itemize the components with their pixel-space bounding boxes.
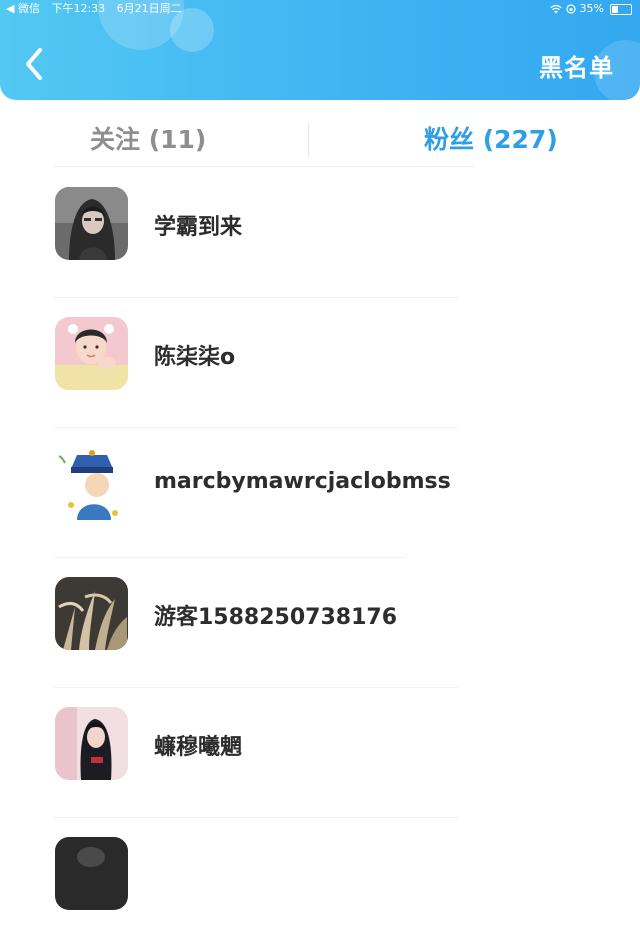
user-row[interactable]: 陈柒柒o — [0, 298, 640, 428]
user-row[interactable]: marcbymawrcjaclobmss — [0, 428, 640, 558]
user-row[interactable]: 蠊穆曦魍 — [0, 688, 640, 818]
avatar[interactable] — [55, 317, 128, 390]
user-row[interactable]: 游客1588250738176 — [0, 558, 640, 688]
avatar[interactable] — [55, 187, 128, 260]
avatar[interactable] — [55, 577, 128, 650]
tab-fans[interactable]: 粉丝 (227) — [424, 120, 558, 156]
battery-percent: 35% — [579, 2, 604, 15]
back-button[interactable] — [18, 44, 54, 84]
tab-bar: 关注 (11) 粉丝 (227) — [0, 110, 640, 168]
user-name: 陈柒柒o — [154, 345, 236, 370]
blacklist-button[interactable]: 黑名单 — [539, 48, 614, 83]
user-name: 蠊穆曦魍 — [154, 735, 243, 760]
rotation-lock-icon — [565, 4, 576, 14]
battery-icon — [610, 3, 632, 15]
user-name: marcbymawrcjaclobmss — [154, 469, 451, 494]
avatar[interactable] — [55, 707, 128, 780]
tab-following[interactable]: 关注 (11) — [90, 120, 206, 156]
user-row[interactable] — [0, 818, 640, 948]
top-header: ◀ 微信 下午12:33 6月21日周二 35% 黑名单 — [0, 0, 640, 100]
avatar[interactable] — [55, 837, 128, 910]
status-bar: ◀ 微信 下午12:33 6月21日周二 35% — [0, 0, 640, 18]
chevron-left-icon — [26, 48, 42, 80]
user-row[interactable]: 学霸到来 — [0, 168, 640, 298]
user-name: 学霸到来 — [154, 215, 243, 240]
tab-divider — [308, 122, 309, 158]
status-time: 下午12:33 — [51, 2, 106, 15]
status-app-label[interactable]: ◀ 微信 — [6, 2, 40, 15]
wifi-icon — [549, 4, 562, 14]
divider — [54, 166, 474, 167]
battery-fill — [612, 5, 618, 13]
avatar[interactable] — [55, 447, 128, 520]
status-date: 6月21日周二 — [116, 2, 182, 15]
user-name: 游客1588250738176 — [154, 605, 397, 630]
